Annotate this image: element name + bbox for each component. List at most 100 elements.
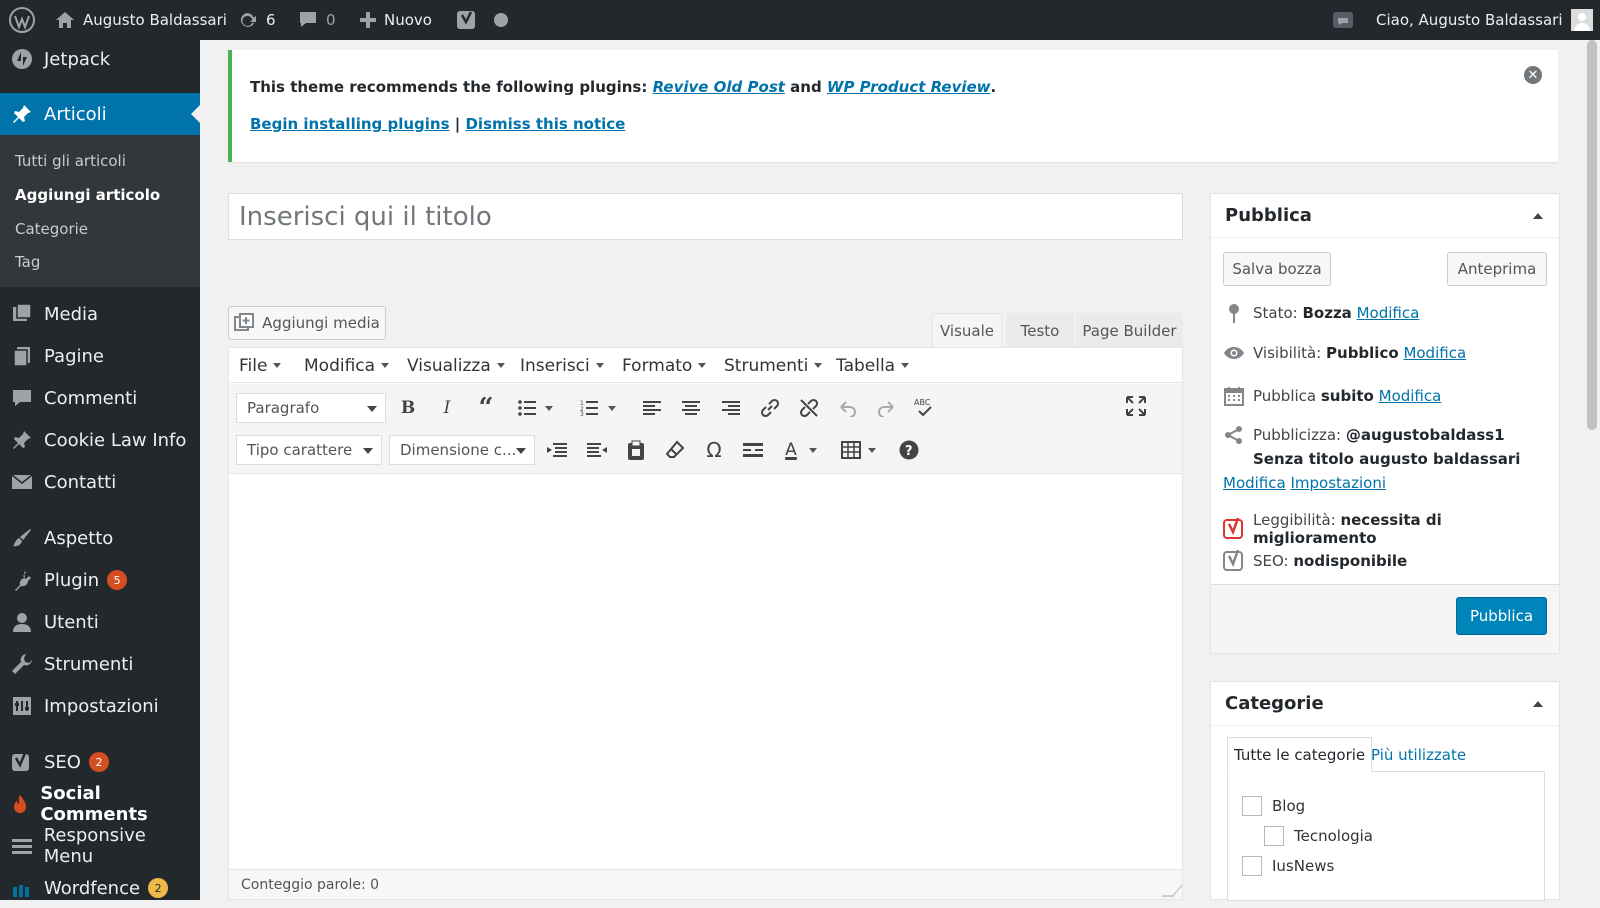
text-color-dropdown-icon[interactable] (806, 435, 820, 465)
fullscreen-icon[interactable] (1121, 391, 1151, 421)
redo-icon[interactable] (871, 393, 901, 423)
tab-text[interactable]: Testo (1006, 313, 1074, 348)
eye-icon (1224, 347, 1244, 359)
notifications-icon[interactable] (1332, 0, 1354, 40)
tab-most-used[interactable]: Più utilizzate (1365, 737, 1472, 772)
menu-modifica[interactable]: Modifica (304, 348, 389, 383)
undo-icon[interactable] (833, 393, 863, 423)
align-left-icon[interactable] (637, 393, 667, 423)
edit-status-link[interactable]: Modifica (1357, 304, 1420, 322)
font-size-select[interactable]: Dimensione c... (389, 435, 535, 465)
revive-old-post-link[interactable]: Revive Old Post (653, 78, 785, 96)
bold-icon[interactable]: B (393, 393, 423, 423)
align-right-icon[interactable] (716, 393, 746, 423)
submenu-item-all-posts[interactable]: Tutti gli articoli (15, 152, 126, 170)
sidebar-item-responsive-menu[interactable]: Responsive Menu (0, 825, 200, 867)
unlink-icon[interactable] (794, 393, 824, 423)
dismiss-notice-link[interactable]: Dismiss this notice (465, 115, 625, 133)
category-checkbox[interactable] (1264, 826, 1284, 846)
category-item[interactable]: IusNews (1242, 856, 1334, 876)
collapse-toggle-icon[interactable] (1533, 701, 1543, 707)
bullet-list-icon[interactable] (512, 393, 542, 423)
sidebar-item-cookie-law-info[interactable]: Cookie Law Info (0, 420, 200, 460)
paste-icon[interactable] (621, 435, 651, 465)
bullet-list-dropdown-icon[interactable] (542, 393, 556, 423)
numbered-list-icon[interactable]: 123 (574, 393, 604, 423)
sidebar-item-strumenti[interactable]: Strumenti (0, 644, 200, 684)
submenu-item-categories[interactable]: Categorie (15, 220, 88, 238)
sidebar-item-seo[interactable]: SEO 2 (0, 742, 200, 782)
italic-icon[interactable]: I (432, 393, 462, 423)
paragraph-select[interactable]: Paragrafo (236, 393, 386, 423)
categories-box-header[interactable]: Categorie (1211, 682, 1559, 726)
menu-strumenti[interactable]: Strumenti (724, 348, 822, 383)
publicize-settings-link[interactable]: Impostazioni (1290, 474, 1386, 492)
updates-link[interactable]: 6 (236, 0, 276, 40)
site-name-link[interactable]: Augusto Baldassari (55, 0, 227, 40)
spellcheck-icon[interactable]: ABC (910, 393, 940, 423)
collapse-toggle-icon[interactable] (1533, 213, 1543, 219)
align-center-icon[interactable] (676, 393, 706, 423)
my-account-link[interactable]: Ciao, Augusto Baldassari (1376, 0, 1593, 40)
preview-button[interactable]: Anteprima (1447, 252, 1547, 286)
sidebar-item-plugin[interactable]: Plugin 5 (0, 560, 200, 600)
save-draft-button[interactable]: Salva bozza (1223, 252, 1331, 286)
menu-tabella[interactable]: Tabella (836, 348, 909, 383)
numbered-list-dropdown-icon[interactable] (605, 393, 619, 423)
category-item[interactable]: Tecnologia (1264, 826, 1373, 846)
publish-box-header[interactable]: Pubblica (1211, 194, 1559, 238)
yoast-menu[interactable] (456, 0, 508, 40)
clear-formatting-icon[interactable] (660, 435, 690, 465)
indent-icon[interactable] (582, 435, 612, 465)
begin-installing-link[interactable]: Begin installing plugins (250, 115, 450, 133)
font-family-select[interactable]: Tipo carattere (236, 435, 382, 465)
page-scrollbar[interactable] (1584, 40, 1600, 900)
wordpress-logo-icon[interactable] (9, 0, 35, 40)
sidebar-item-social-comments[interactable]: Social Comments (0, 783, 200, 825)
text-color-icon[interactable]: A (776, 435, 806, 465)
help-icon[interactable]: ? (894, 435, 924, 465)
category-item[interactable]: Blog (1242, 796, 1305, 816)
new-content-link[interactable]: Nuovo (360, 0, 432, 40)
wp-product-review-link[interactable]: WP Product Review (827, 78, 991, 96)
post-title-input[interactable]: Inserisci qui il titolo (228, 193, 1183, 240)
sidebar-item-utenti[interactable]: Utenti (0, 602, 200, 642)
category-checkbox[interactable] (1242, 856, 1262, 876)
add-media-button[interactable]: Aggiungi media (228, 306, 386, 340)
scrollbar-thumb[interactable] (1587, 40, 1597, 430)
special-character-icon[interactable]: Ω (699, 435, 729, 465)
tab-page-builder[interactable]: Page Builder (1076, 313, 1183, 348)
submenu-item-add-post[interactable]: Aggiungi articolo (15, 186, 160, 204)
outdent-icon[interactable] (542, 435, 572, 465)
submenu-item-tags[interactable]: Tag (15, 253, 40, 271)
menu-formato[interactable]: Formato (622, 348, 706, 383)
tab-all-categories[interactable]: Tutte le categorie (1227, 737, 1373, 772)
edit-visibility-link[interactable]: Modifica (1403, 344, 1466, 362)
sidebar-item-media[interactable]: Media (0, 294, 200, 334)
sidebar-item-contatti[interactable]: Contatti (0, 462, 200, 502)
menu-visualizza[interactable]: Visualizza (407, 348, 505, 383)
horizontal-line-icon[interactable] (738, 435, 768, 465)
comments-link[interactable]: 0 (298, 0, 336, 40)
resize-handle-icon[interactable] (1160, 885, 1184, 897)
tab-visual[interactable]: Visuale (932, 313, 1002, 348)
edit-schedule-link[interactable]: Modifica (1379, 387, 1442, 405)
publish-button[interactable]: Pubblica (1456, 597, 1547, 635)
close-icon[interactable]: ✕ (1524, 66, 1542, 84)
sidebar-item-commenti[interactable]: Commenti (0, 378, 200, 418)
sidebar-item-articoli[interactable]: Articoli (0, 93, 200, 135)
edit-publicize-link[interactable]: Modifica (1223, 474, 1286, 492)
sidebar-item-impostazioni[interactable]: Impostazioni (0, 686, 200, 726)
menu-file[interactable]: File (239, 348, 281, 383)
link-icon[interactable] (755, 393, 785, 423)
category-checkbox[interactable] (1242, 796, 1262, 816)
editor-content-area[interactable] (229, 475, 1182, 869)
sidebar-item-jetpack[interactable]: Jetpack (0, 39, 200, 79)
sidebar-item-pagine[interactable]: Pagine (0, 336, 200, 376)
sidebar-item-aspetto[interactable]: Aspetto (0, 518, 200, 558)
menu-inserisci[interactable]: Inserisci (520, 348, 604, 383)
table-dropdown-icon[interactable] (865, 435, 879, 465)
sidebar-item-wordfence[interactable]: Wordfence 2 (0, 868, 200, 908)
table-icon[interactable] (836, 435, 866, 465)
blockquote-icon[interactable]: “ (471, 393, 501, 423)
